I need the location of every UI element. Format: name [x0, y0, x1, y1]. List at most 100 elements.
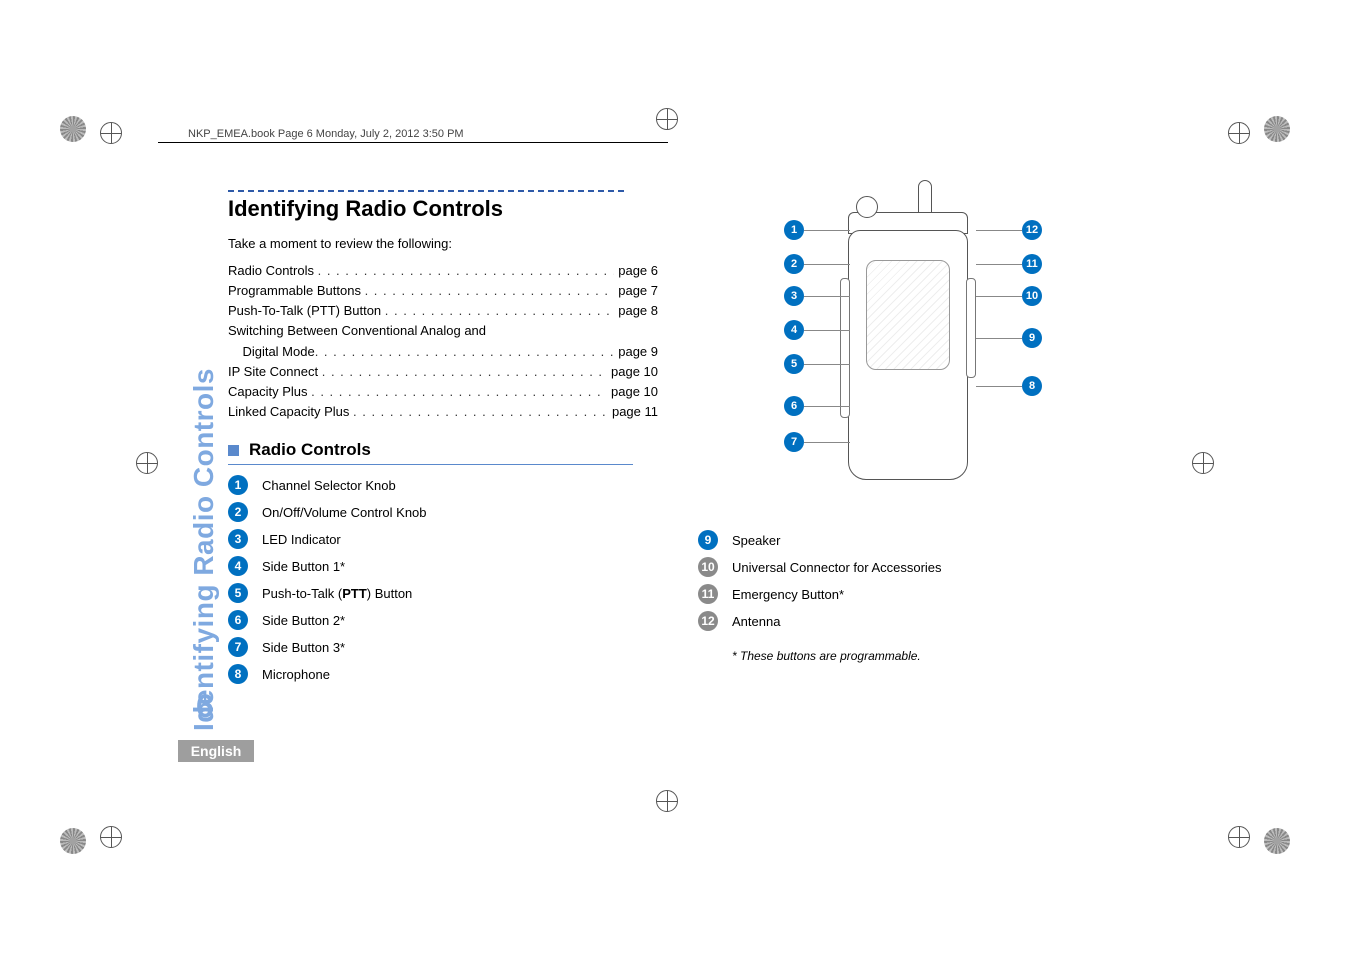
number-badge: 10	[698, 557, 718, 577]
number-badge: 3	[228, 529, 248, 549]
language-tab: English	[178, 740, 254, 762]
toc-page: page 9	[614, 342, 658, 362]
control-label: Microphone	[262, 667, 330, 682]
number-badge: 7	[784, 432, 804, 452]
number-badge: 8	[228, 664, 248, 684]
toc-page: page 6	[614, 261, 658, 281]
bleed-mark	[60, 116, 86, 142]
number-badge: 2	[228, 502, 248, 522]
number-badge: 11	[1022, 254, 1042, 274]
control-item: 6 Side Button 2*	[228, 610, 658, 630]
control-label: Push-to-Talk (PTT) Button	[262, 586, 412, 601]
number-badge: 10	[1022, 286, 1042, 306]
diagram-callout: 12	[976, 220, 1042, 240]
square-bullet-icon	[228, 445, 239, 456]
control-label: Side Button 1*	[262, 559, 345, 574]
page-number: 6	[196, 688, 214, 725]
control-item: 2 On/Off/Volume Control Knob	[228, 502, 658, 522]
control-item: 7 Side Button 3*	[228, 637, 658, 657]
control-item: 9 Speaker	[698, 530, 1128, 550]
toc-label: Programmable Buttons	[228, 281, 365, 301]
running-header: NKP_EMEA.book Page 6 Monday, July 2, 201…	[188, 128, 464, 140]
control-item: 4 Side Button 1*	[228, 556, 658, 576]
number-badge: 1	[228, 475, 248, 495]
number-badge: 4	[228, 556, 248, 576]
controls-list-left: 1 Channel Selector Knob 2 On/Off/Volume Con…	[228, 475, 658, 684]
table-of-contents: Radio Controls page 6Programmable Button…	[228, 261, 658, 422]
toc-page: page 10	[607, 362, 658, 382]
toc-label: Capacity Plus	[228, 382, 311, 402]
number-badge: 5	[228, 583, 248, 603]
toc-label: Push-To-Talk (PTT) Button	[228, 301, 385, 321]
left-column: Identifying Radio Controls Take a moment…	[228, 190, 658, 691]
running-header-text: NKP_EMEA.book Page 6 Monday, July 2, 201…	[188, 128, 464, 140]
control-label: Side Button 2*	[262, 613, 345, 628]
subsection-title: Radio Controls	[249, 440, 371, 460]
intro-text: Take a moment to review the following:	[228, 236, 658, 251]
registration-mark	[1228, 122, 1250, 144]
section-title: Identifying Radio Controls	[228, 196, 658, 222]
registration-mark	[1228, 826, 1250, 848]
number-badge: 9	[1022, 328, 1042, 348]
control-label: Channel Selector Knob	[262, 478, 396, 493]
control-item: 12 Antenna	[698, 611, 1128, 631]
side-tab-title: Identifying Radio Controls	[188, 368, 220, 731]
radio-diagram: 123456712111098	[748, 190, 1078, 520]
number-badge: 4	[784, 320, 804, 340]
number-badge: 12	[1022, 220, 1042, 240]
number-badge: 5	[784, 354, 804, 374]
diagram-speaker	[866, 260, 950, 370]
registration-mark	[656, 790, 678, 812]
number-badge: 12	[698, 611, 718, 631]
control-label: Universal Connector for Accessories	[732, 560, 942, 575]
subsection-header: Radio Controls	[228, 440, 633, 465]
control-label: LED Indicator	[262, 532, 341, 547]
diagram-knob	[856, 196, 878, 218]
registration-mark	[136, 452, 158, 474]
right-column: 123456712111098 9Speaker10Universal Conn…	[698, 190, 1128, 691]
control-label: Side Button 3*	[262, 640, 345, 655]
control-item: 10 Universal Connector for Accessories	[698, 557, 1128, 577]
number-badge: 6	[228, 610, 248, 630]
footnote: * These buttons are programmable.	[732, 649, 1128, 663]
control-label: Antenna	[732, 614, 780, 629]
toc-page: page 11	[608, 402, 658, 422]
number-badge: 6	[784, 396, 804, 416]
diagram-callout: 3	[784, 286, 850, 306]
number-badge: 9	[698, 530, 718, 550]
toc-label: Switching Between Conventional Analog an…	[228, 321, 486, 341]
number-badge: 8	[1022, 376, 1042, 396]
diagram-callout: 10	[976, 286, 1042, 306]
toc-label: Linked Capacity Plus	[228, 402, 353, 422]
diagram-callout: 9	[976, 328, 1042, 348]
control-item: 5 Push-to-Talk (PTT) Button	[228, 583, 658, 603]
section-rule	[228, 190, 628, 192]
diagram-callout: 8	[976, 376, 1042, 396]
control-item: 3 LED Indicator	[228, 529, 658, 549]
control-item: 1 Channel Selector Knob	[228, 475, 658, 495]
bleed-mark	[1264, 828, 1290, 854]
number-badge: 1	[784, 220, 804, 240]
diagram-callout: 6	[784, 396, 850, 416]
diagram-callout: 1	[784, 220, 850, 240]
control-item: 8 Microphone	[228, 664, 658, 684]
toc-label: Digital Mode	[228, 342, 315, 362]
toc-label: IP Site Connect	[228, 362, 322, 382]
diagram-callout: 11	[976, 254, 1042, 274]
control-label: Emergency Button*	[732, 587, 844, 602]
diagram-callout: 2	[784, 254, 850, 274]
diagram-callout: 7	[784, 432, 850, 452]
number-badge: 7	[228, 637, 248, 657]
bleed-mark	[60, 828, 86, 854]
diagram-connector	[966, 278, 976, 378]
control-label: Speaker	[732, 533, 780, 548]
control-label: On/Off/Volume Control Knob	[262, 505, 427, 520]
controls-list-right: 9 Speaker 10 Universal Connector for Access…	[698, 530, 1128, 631]
registration-mark	[1192, 452, 1214, 474]
number-badge: 11	[698, 584, 718, 604]
number-badge: 2	[784, 254, 804, 274]
bleed-mark	[1264, 116, 1290, 142]
toc-page: page 10	[607, 382, 658, 402]
registration-mark	[100, 122, 122, 144]
toc-page: page 8	[614, 301, 658, 321]
